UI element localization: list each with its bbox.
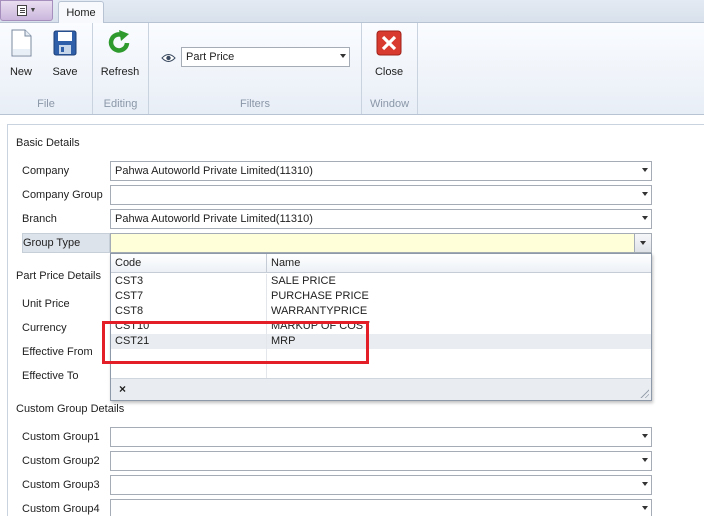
ribbon-group-filters: Part Price Filters (149, 23, 362, 114)
chevron-down-icon (642, 192, 648, 196)
row-code: CST3 (115, 275, 144, 287)
ribbon-group-window: Close Window (362, 23, 418, 114)
grid-row[interactable]: CST8 WARRANTYPRICE (111, 304, 651, 319)
row-name: MRP (271, 335, 296, 347)
branch-label: Branch (22, 213, 57, 225)
menu-icon (16, 5, 27, 16)
row-name: WARRANTYPRICE (271, 305, 368, 317)
chevron-down-icon (642, 434, 648, 438)
grid-row[interactable]: CST10 MARKUP OF COST (111, 319, 651, 334)
new-document-icon (11, 29, 32, 57)
section-part-price-details: Part Price Details (16, 270, 101, 282)
group-type-dropdown-button[interactable] (634, 234, 651, 252)
custom-group3-select[interactable] (110, 475, 652, 495)
close-button-label: Close (374, 66, 404, 78)
custom-group1-label: Custom Group1 (22, 431, 100, 443)
resize-grip-icon[interactable] (639, 388, 649, 398)
ribbon-group-file: New Save File (0, 23, 93, 114)
filter-select[interactable]: Part Price (181, 47, 350, 67)
effective-from-label: Effective From (22, 346, 93, 358)
chevron-down-icon: ▼ (29, 7, 37, 14)
grid-row-selected[interactable]: CST21 MRP (111, 334, 651, 349)
company-group-select[interactable] (110, 185, 652, 205)
ribbon-group-caption: Filters (240, 98, 270, 110)
branch-select[interactable]: Pahwa Autoworld Private Limited(11310) (110, 209, 652, 229)
column-header-code[interactable]: Code (115, 257, 141, 269)
column-header-name[interactable]: Name (271, 257, 300, 269)
ribbon-group-caption: Editing (103, 98, 138, 110)
company-label: Company (22, 165, 70, 177)
refresh-button[interactable]: Refresh (99, 27, 141, 83)
ribbon: New Save File Refresh Editing Part Price… (0, 23, 704, 115)
application-menu-button[interactable]: ▼ (0, 0, 53, 21)
save-button[interactable]: Save (44, 27, 86, 83)
group-type-label: Group Type (22, 233, 110, 253)
custom-group4-select[interactable] (110, 499, 652, 516)
custom-group4-label: Custom Group4 (22, 503, 100, 515)
row-code: CST8 (115, 305, 144, 317)
new-button[interactable]: New (0, 27, 42, 83)
save-button-label: Save (52, 66, 78, 78)
section-custom-group-details: Custom Group Details (16, 403, 125, 415)
company-group-label: Company Group (22, 189, 103, 201)
ribbon-group-editing: Refresh Editing (93, 23, 149, 114)
group-type-select[interactable] (110, 233, 652, 253)
grid-footer: × (111, 378, 651, 400)
chevron-down-icon (642, 482, 648, 486)
effective-to-label: Effective To (22, 370, 79, 382)
filter-select-value: Part Price (186, 51, 235, 63)
company-select[interactable]: Pahwa Autoworld Private Limited(11310) (110, 161, 652, 181)
ribbon-tab-strip: ▼ Home (0, 0, 704, 24)
row-name: PURCHASE PRICE (271, 290, 369, 302)
row-code: CST10 (115, 320, 150, 332)
chevron-down-icon (642, 458, 648, 462)
section-basic-details: Basic Details (16, 137, 80, 149)
custom-group3-label: Custom Group3 (22, 479, 100, 491)
row-name: SALE PRICE (271, 275, 336, 287)
close-button[interactable]: Close (368, 27, 410, 83)
grid-row[interactable]: CST7 PURCHASE PRICE (111, 289, 651, 304)
branch-value: Pahwa Autoworld Private Limited(11310) (115, 213, 313, 225)
group-type-dropdown-grid: Code Name CST3 SALE PRICE CST7 PURCHASE … (110, 253, 652, 401)
row-code: CST7 (115, 290, 144, 302)
ribbon-group-caption: Window (369, 98, 410, 110)
currency-label: Currency (22, 322, 67, 334)
floppy-disk-icon (53, 30, 77, 56)
chevron-down-icon (642, 216, 648, 220)
grid-header: Code Name (111, 254, 651, 273)
eye-icon (161, 54, 176, 62)
custom-group1-select[interactable] (110, 427, 652, 447)
chevron-down-icon (642, 506, 648, 510)
refresh-button-label: Refresh (100, 66, 140, 78)
ribbon-group-caption: File (37, 98, 55, 110)
row-code: CST21 (115, 335, 150, 347)
clear-icon[interactable]: × (119, 382, 126, 396)
custom-group2-label: Custom Group2 (22, 455, 100, 467)
row-name: MARKUP OF COST (271, 320, 370, 332)
grid-row[interactable]: CST3 SALE PRICE (111, 274, 651, 289)
unit-price-label: Unit Price (22, 298, 70, 310)
company-value: Pahwa Autoworld Private Limited(11310) (115, 165, 313, 177)
chevron-down-icon (340, 54, 346, 58)
new-button-label: New (9, 66, 32, 78)
chevron-down-icon (642, 168, 648, 172)
custom-group2-select[interactable] (110, 451, 652, 471)
refresh-icon (108, 30, 130, 53)
close-icon (376, 30, 402, 56)
tab-home[interactable]: Home (58, 1, 104, 24)
